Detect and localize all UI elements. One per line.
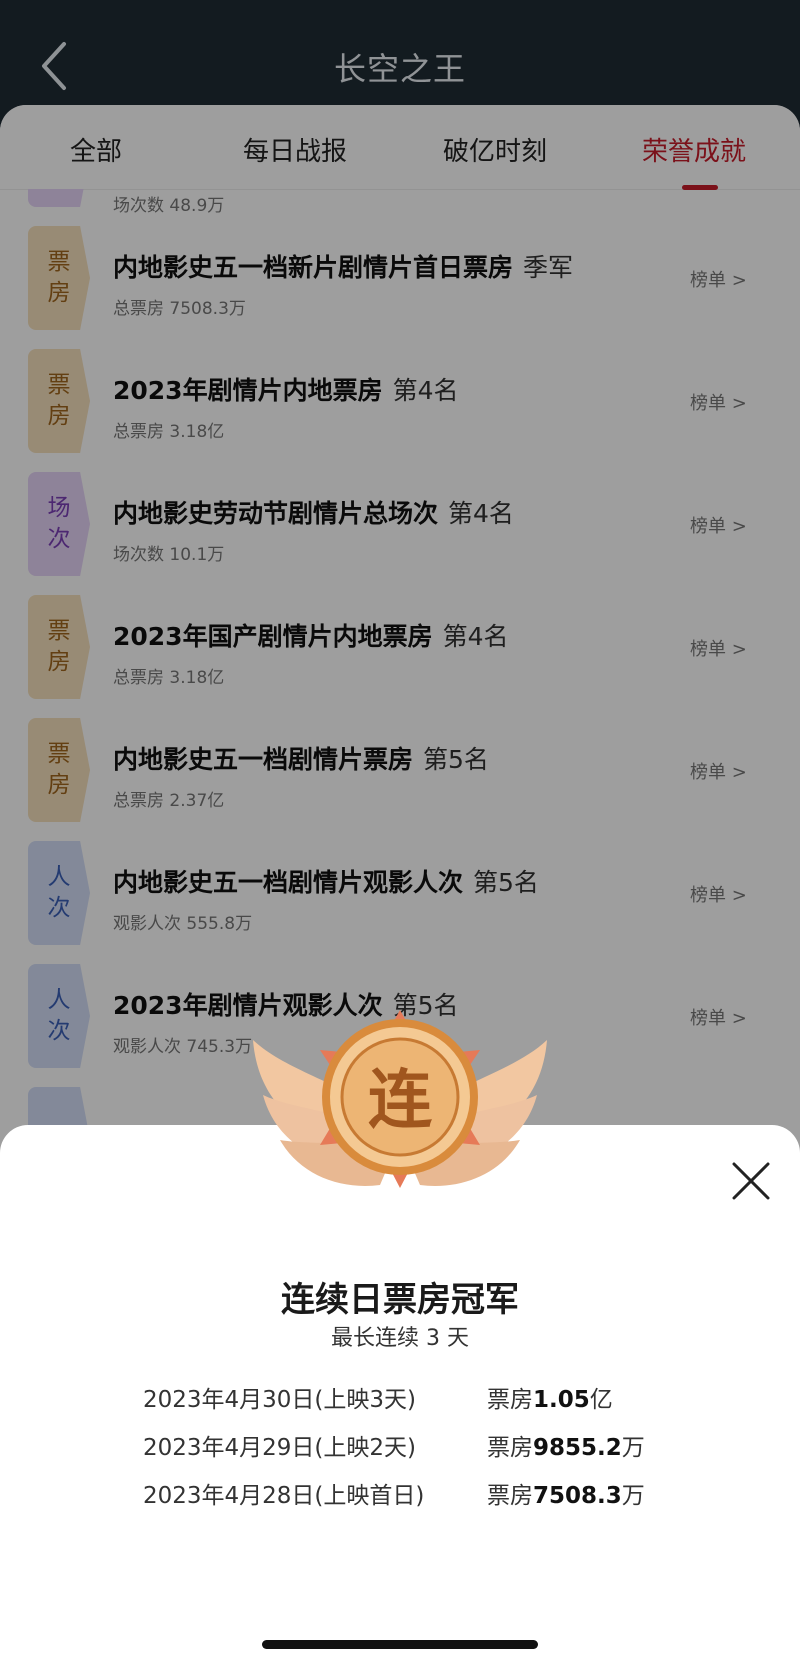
achievement-title: 连续日票房冠军 xyxy=(281,1280,519,1320)
home-indicator[interactable] xyxy=(262,1640,538,1649)
medal-character: 连 xyxy=(368,1064,432,1138)
detail-value: 票房1.05亿 xyxy=(487,1387,613,1413)
detail-date: 2023年4月28日(上映首日) xyxy=(143,1483,425,1509)
detail-date: 2023年4月29日(上映2天) xyxy=(143,1435,417,1461)
detail-date: 2023年4月30日(上映3天) xyxy=(143,1387,417,1413)
wing-medal-icon: 连 xyxy=(253,1010,547,1188)
achievement-subtitle: 最长连续 3 天 xyxy=(331,1326,469,1351)
detail-value: 票房7508.3万 xyxy=(487,1483,645,1509)
close-icon[interactable] xyxy=(728,1158,774,1204)
detail-value: 票房9855.2万 xyxy=(487,1435,645,1461)
